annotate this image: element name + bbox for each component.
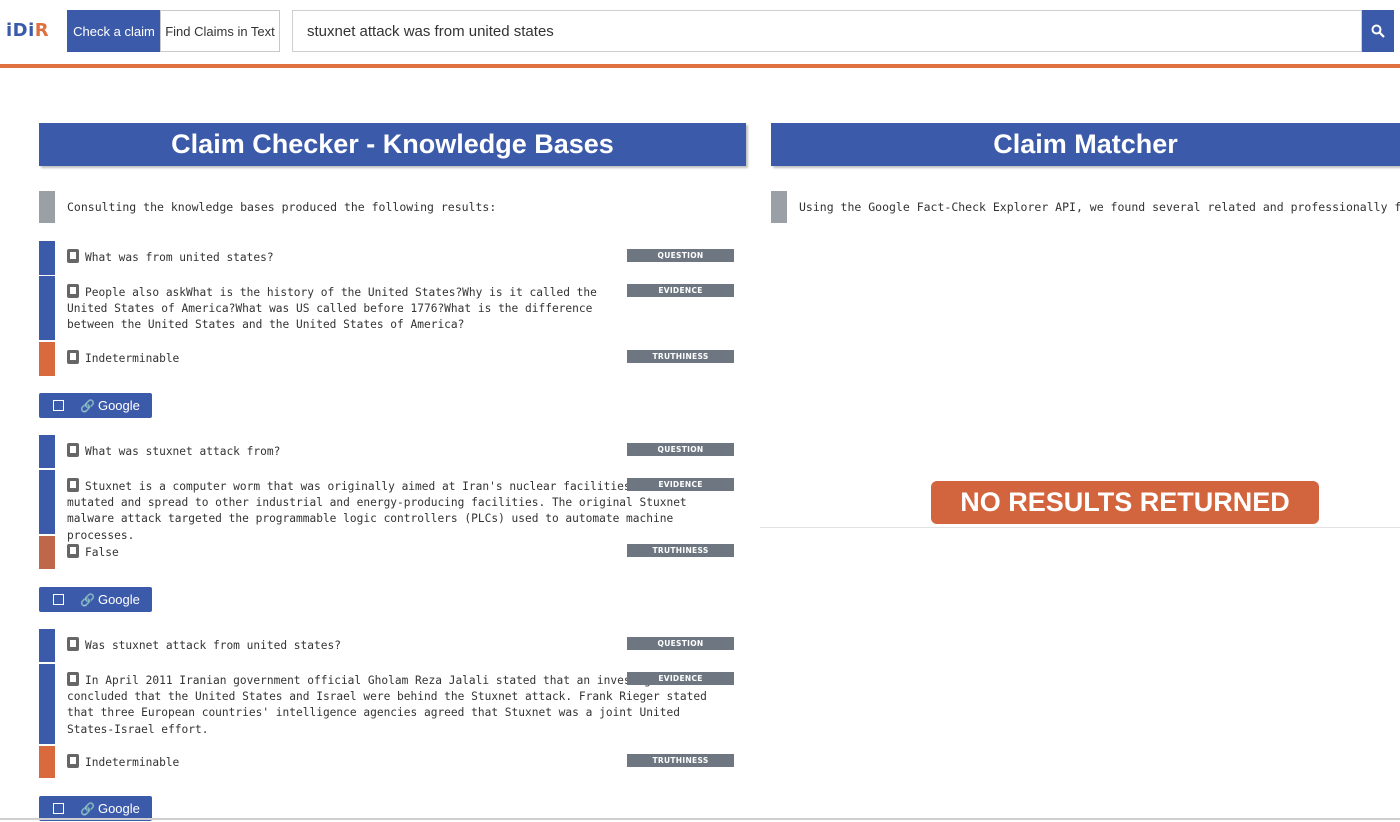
no-results-badge: NO RESULTS RETURNED (931, 481, 1319, 524)
truthiness-badge: TRUTHINESS (627, 544, 734, 557)
google-button[interactable]: 🔗 Google (39, 393, 152, 418)
result-question-row: What was from united states? QUESTION (39, 241, 739, 275)
result-truthiness-row: Indeterminable TRUTHINESS (39, 746, 739, 778)
result-truthiness-row: Indeterminable TRUTHINESS (39, 342, 739, 376)
top-bar: iDiR Check a claim Find Claims in Text s… (0, 0, 1400, 64)
checkbox-icon[interactable] (53, 594, 64, 605)
bottom-divider (0, 818, 1400, 820)
clipboard-icon[interactable] (67, 544, 79, 558)
clipboard-icon[interactable] (67, 443, 79, 457)
result-question-row: Was stuxnet attack from united states? Q… (39, 629, 739, 662)
evidence-text: In April 2011 Iranian government officia… (67, 674, 712, 736)
tab-find-claims-in-text[interactable]: Find Claims in Text (160, 10, 280, 52)
status-bar (39, 470, 55, 534)
status-bar (39, 276, 55, 340)
question-badge: QUESTION (627, 443, 734, 456)
status-bar (39, 629, 55, 662)
clipboard-icon[interactable] (67, 637, 79, 651)
divider (760, 527, 1400, 528)
checkbox-icon[interactable] (53, 803, 64, 814)
search-input[interactable]: stuxnet attack was from united states (292, 10, 1362, 52)
clipboard-icon[interactable] (67, 350, 79, 364)
idir-logo[interactable]: iDiR (6, 20, 49, 41)
search-button[interactable] (1362, 10, 1394, 52)
status-bar (39, 664, 55, 744)
truthiness-badge: TRUTHINESS (627, 754, 734, 767)
question-text: What was stuxnet attack from? (85, 445, 281, 458)
status-bar (39, 536, 55, 569)
search-input-value: stuxnet attack was from united states (307, 22, 554, 40)
clipboard-icon[interactable] (67, 672, 79, 686)
question-text: Was stuxnet attack from united states? (85, 639, 341, 652)
google-button-label: Google (97, 398, 140, 413)
claim-checker-title: Claim Checker - Knowledge Bases (39, 123, 746, 166)
link-icon: 🔗 (80, 398, 95, 413)
search-icon (1371, 24, 1385, 38)
clipboard-icon[interactable] (67, 754, 79, 768)
link-icon: 🔗 (80, 592, 95, 607)
clipboard-icon[interactable] (67, 249, 79, 263)
checkbox-icon[interactable] (53, 400, 64, 411)
truthiness-text: Indeterminable (85, 352, 180, 365)
evidence-badge: EVIDENCE (627, 478, 734, 491)
result-evidence-row: Stuxnet is a computer worm that was orig… (39, 470, 739, 542)
clipboard-icon[interactable] (67, 478, 79, 492)
result-evidence-row: In April 2011 Iranian government officia… (39, 664, 739, 744)
evidence-text: People also askWhat is the history of th… (67, 286, 597, 332)
result-truthiness-row: False TRUTHINESS (39, 536, 739, 569)
claim-matcher-title: Claim Matcher (771, 123, 1400, 166)
tab-check-a-claim[interactable]: Check a claim (67, 10, 161, 52)
evidence-badge: EVIDENCE (627, 672, 734, 685)
result-evidence-row: People also askWhat is the history of th… (39, 276, 739, 340)
truthiness-text: Indeterminable (85, 756, 180, 769)
status-bar (39, 342, 55, 376)
question-badge: QUESTION (627, 637, 734, 650)
result-question-row: What was stuxnet attack from? QUESTION (39, 435, 739, 468)
status-bar (39, 241, 55, 275)
google-button-label: Google (97, 592, 140, 607)
evidence-badge: EVIDENCE (627, 284, 734, 297)
status-bar (39, 746, 55, 778)
question-badge: QUESTION (627, 249, 734, 262)
claim-checker-intro: Consulting the knowledge bases produced … (67, 200, 497, 214)
intro-marker (771, 191, 787, 223)
truthiness-badge: TRUTHINESS (627, 350, 734, 363)
truthiness-text: False (85, 546, 119, 559)
clipboard-icon[interactable] (67, 284, 79, 298)
google-button-label: Google (97, 801, 140, 816)
header-divider (0, 64, 1400, 68)
question-text: What was from united states? (85, 251, 274, 264)
claim-matcher-intro: Using the Google Fact-Check Explorer API… (799, 200, 1400, 214)
intro-marker (39, 191, 55, 223)
google-button[interactable]: 🔗 Google (39, 587, 152, 612)
link-icon: 🔗 (80, 801, 95, 816)
status-bar (39, 435, 55, 468)
